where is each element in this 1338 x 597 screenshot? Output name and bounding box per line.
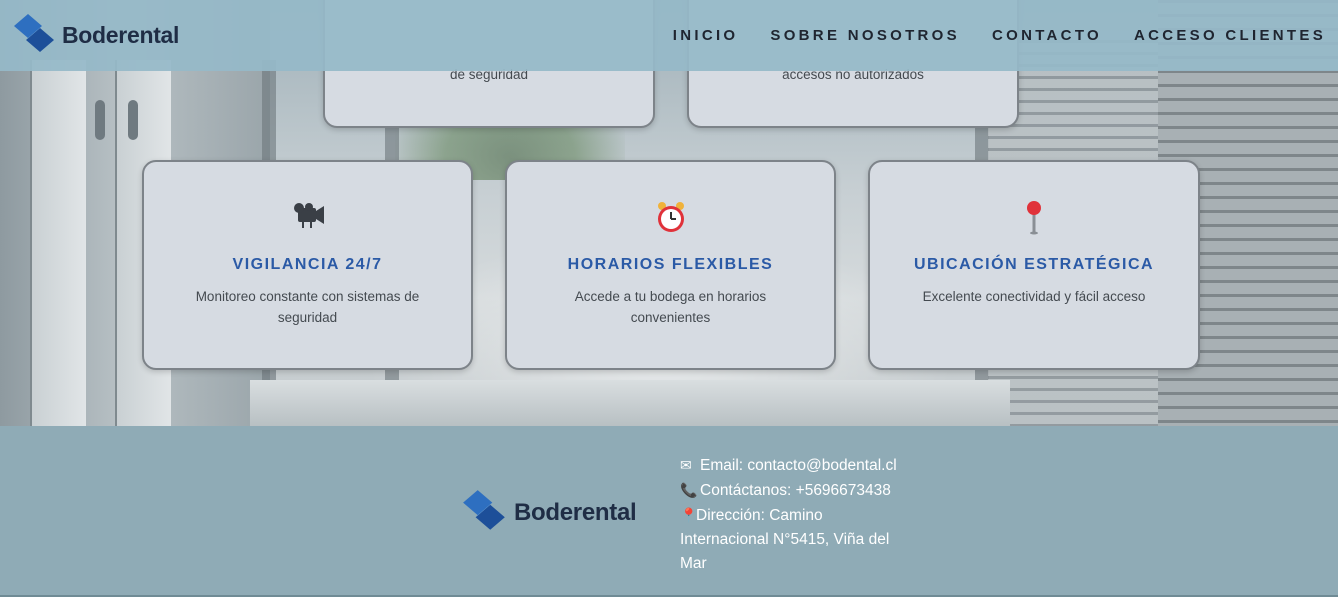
brand-logo-link[interactable]: Boderental	[12, 12, 179, 60]
feature-card-title: VIGILANCIA 24/7	[232, 256, 383, 273]
feature-card-vigilancia: VIGILANCIA 24/7 Monitoreo constante con …	[142, 160, 473, 370]
nav-link-sobre-nosotros[interactable]: SOBRE NOSOTROS	[770, 27, 960, 44]
footer-brand-logo[interactable]: Boderental	[461, 488, 637, 538]
feature-card-ubicacion: UBICACIÓN ESTRATÉGICA Excelente conectiv…	[868, 160, 1200, 370]
door-image	[30, 60, 86, 426]
contact-phone-row[interactable]: 📞 Contáctanos: +5696673438	[680, 478, 910, 503]
main-nav: INICIO SOBRE NOSOTROS CONTACTO ACCESO CL…	[673, 27, 1326, 44]
nav-link-contacto[interactable]: CONTACTO	[992, 27, 1102, 44]
footer-brand-name: Boderental	[514, 499, 637, 526]
site-header: Boderental INICIO SOBRE NOSOTROS CONTACT…	[0, 0, 1338, 71]
alarm-clock-icon	[507, 200, 834, 234]
phone-icon: 📞	[680, 482, 698, 498]
feature-card-desc: Excelente conectividad y fácil acceso	[922, 289, 1146, 304]
contact-email-row[interactable]: ✉ Email: contacto@bodental.cl	[680, 453, 910, 478]
video-camera-icon	[144, 200, 471, 234]
door-handle-image	[95, 100, 105, 140]
feature-card-title: HORARIOS FLEXIBLES	[567, 256, 774, 273]
envelope-icon: ✉	[680, 457, 692, 473]
site-footer: Boderental ✉ Email: contacto@bodental.cl …	[0, 426, 1338, 597]
contact-phone: Contáctanos: +5696673438	[700, 482, 891, 499]
contact-email: Email: contacto@bodental.cl	[700, 457, 897, 474]
floor-image	[250, 380, 1010, 426]
footer-contact-info: ✉ Email: contacto@bodental.cl 📞 Contáctano…	[680, 453, 910, 576]
nav-link-inicio[interactable]: INICIO	[673, 27, 739, 44]
map-pin-icon: 📍	[680, 507, 698, 523]
feature-card-desc: Monitoreo constante con sistemas de segu…	[195, 289, 420, 325]
feature-card-title: UBICACIÓN ESTRATÉGICA	[913, 256, 1155, 273]
boderental-logo-icon	[12, 12, 58, 60]
feature-card-horarios: HORARIOS FLEXIBLES Accede a tu bodega en…	[505, 160, 836, 370]
brand-name: Boderental	[62, 22, 180, 48]
contact-address: Dirección: Camino Internacional N°5415, …	[680, 507, 890, 572]
feature-card-desc: Accede a tu bodega en horarios convenien…	[574, 289, 767, 325]
boderental-logo-icon	[461, 488, 509, 538]
contact-address-row: 📍Dirección: Camino Internacional N°5415,…	[680, 503, 910, 576]
map-pin-icon	[870, 200, 1198, 235]
nav-link-acceso-clientes[interactable]: ACCESO CLIENTES	[1134, 27, 1326, 44]
door-handle-image	[128, 100, 138, 140]
